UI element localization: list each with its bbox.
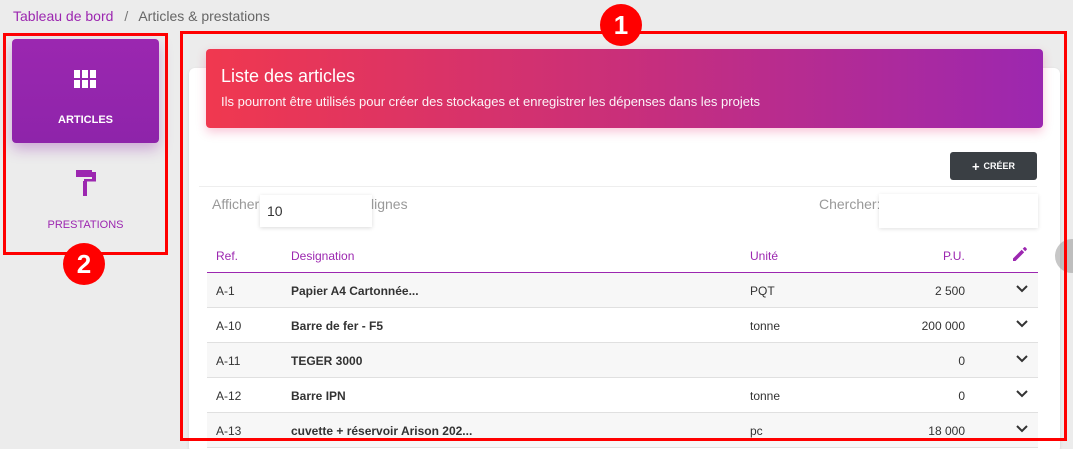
sidebar-item-label: ARTICLES [58,114,113,126]
grid-icon [74,70,96,88]
paint-roller-icon [76,170,96,196]
breadcrumb-separator: / [124,8,129,24]
breadcrumb-current: Articles & prestations [138,8,270,24]
sidebar-item-prestations[interactable]: PRESTATIONS [12,160,159,240]
annotation-frame-1 [180,31,1067,441]
breadcrumb: Tableau de bord / Articles & prestations [13,8,270,24]
breadcrumb-home-link[interactable]: Tableau de bord [13,8,113,24]
annotation-badge-1: 1 [600,4,642,46]
sidebar-item-articles[interactable]: ARTICLES [12,39,159,143]
sidebar-item-label: PRESTATIONS [47,219,124,231]
annotation-badge-2: 2 [63,243,105,285]
